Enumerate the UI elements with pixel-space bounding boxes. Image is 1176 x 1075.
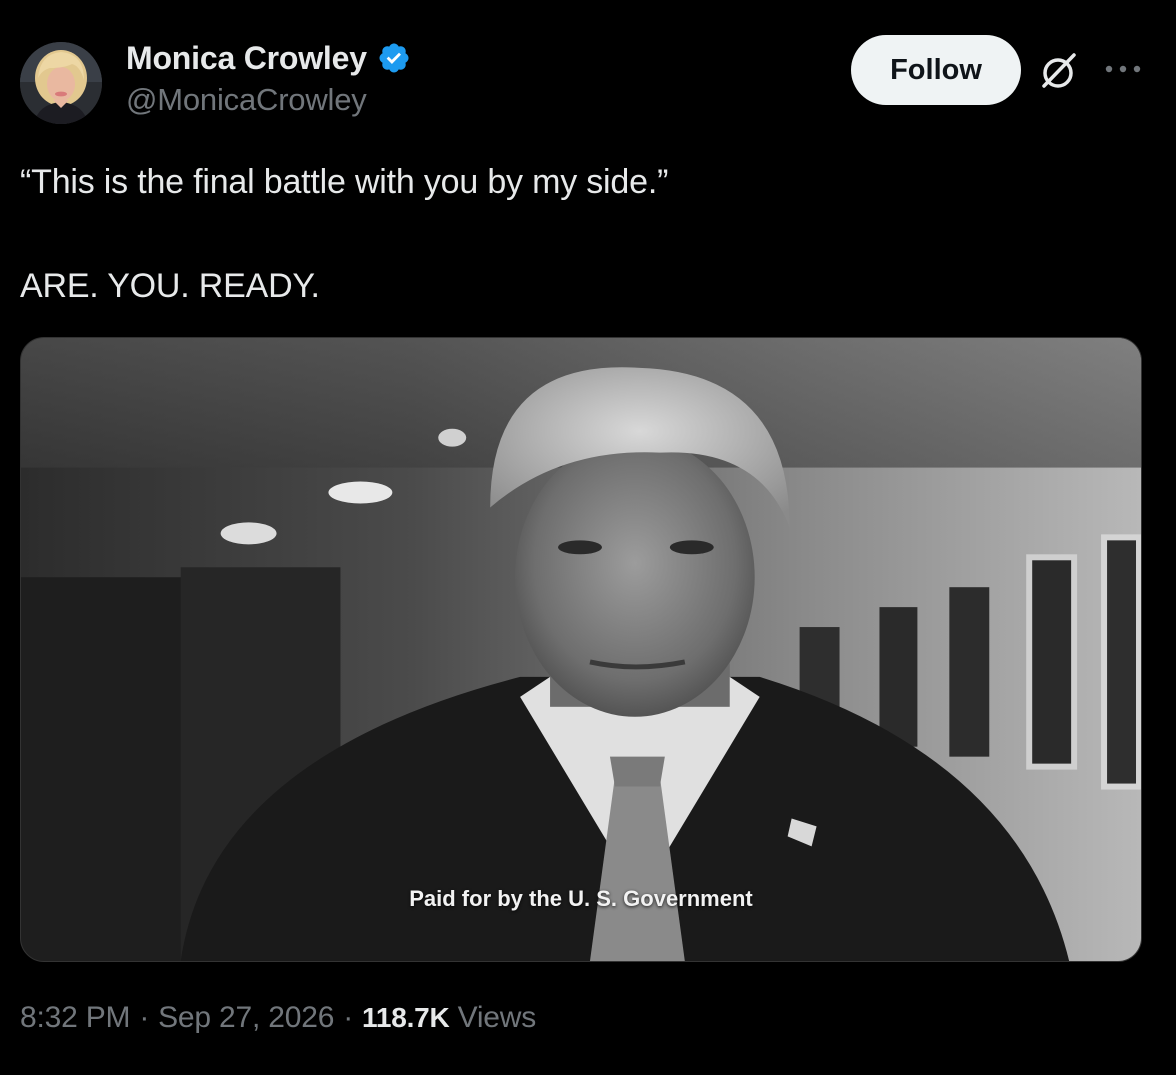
author-avatar[interactable] xyxy=(20,42,102,124)
views-label[interactable]: Views xyxy=(458,1001,537,1035)
tweet-text: “This is the final battle with you by my… xyxy=(20,163,669,305)
views-count[interactable]: 118.7K xyxy=(362,1002,450,1034)
tweet-meta: 8:32 PM · Sep 27, 2026 · 118.7K Views xyxy=(20,1001,536,1035)
video-caption: Paid for by the U. S. Government xyxy=(409,886,753,911)
tweet-time[interactable]: 8:32 PM xyxy=(20,1001,131,1035)
video-media[interactable]: Paid for by the U. S. Government xyxy=(20,337,1142,962)
more-dots-icon[interactable] xyxy=(1104,62,1142,76)
author-handle[interactable]: @MonicaCrowley xyxy=(126,82,367,118)
meta-separator: · xyxy=(139,1001,150,1034)
video-frame xyxy=(21,338,1141,961)
tweet-date[interactable]: Sep 27, 2026 xyxy=(158,1001,334,1035)
avatar-image xyxy=(20,42,102,124)
grok-icon[interactable] xyxy=(1038,50,1080,92)
follow-button[interactable]: Follow xyxy=(851,35,1021,105)
meta-separator: · xyxy=(343,1001,354,1034)
author-name-row[interactable]: Monica Crowley xyxy=(126,36,411,80)
verified-badge-icon[interactable] xyxy=(377,41,411,75)
author-display-name[interactable]: Monica Crowley xyxy=(126,40,367,77)
